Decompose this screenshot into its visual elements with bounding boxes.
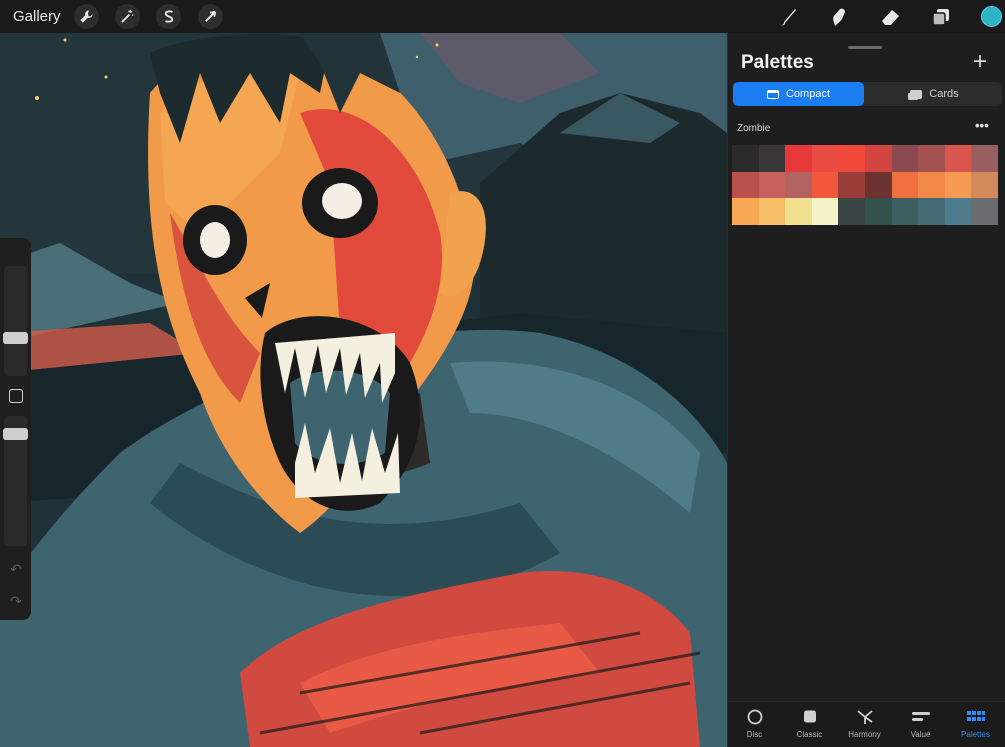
palette-swatch[interactable] xyxy=(785,198,812,225)
palette-swatch[interactable] xyxy=(838,171,865,199)
tab-harmony[interactable]: Harmony xyxy=(837,709,892,739)
brush-icon[interactable] xyxy=(775,4,801,30)
palette-swatch[interactable] xyxy=(864,198,892,225)
view-mode-segmented-control: Compact Cards xyxy=(732,82,1002,106)
magic-wand-icon[interactable] xyxy=(115,4,140,29)
palette-swatch[interactable] xyxy=(811,145,839,172)
cards-label: Cards xyxy=(929,88,959,100)
transform-arrow-icon[interactable] xyxy=(198,4,223,29)
palette-swatch[interactable] xyxy=(944,198,972,225)
eraser-icon[interactable] xyxy=(877,4,903,30)
palette-swatch-grid xyxy=(732,145,998,225)
brush-size-thumb[interactable] xyxy=(3,332,28,344)
palette-swatch[interactable] xyxy=(864,145,892,172)
square-icon xyxy=(803,710,816,723)
tab-label: Palettes xyxy=(961,730,990,739)
compact-label: Compact xyxy=(785,88,831,100)
palette-swatch[interactable] xyxy=(785,171,812,199)
palette-swatch[interactable] xyxy=(891,145,919,172)
cards-view-button[interactable]: Cards xyxy=(869,82,1000,106)
wrench-icon[interactable] xyxy=(74,4,99,29)
tab-label: Classic xyxy=(796,730,823,739)
palette-swatch[interactable] xyxy=(918,198,945,225)
undo-icon[interactable]: ↶ xyxy=(7,560,25,578)
artwork xyxy=(0,33,727,747)
tab-classic[interactable]: Classic xyxy=(782,709,837,739)
palette-swatch[interactable] xyxy=(944,145,972,172)
palette-swatch[interactable] xyxy=(971,145,998,172)
palette-swatch[interactable] xyxy=(918,145,945,172)
layers-icon[interactable] xyxy=(928,4,954,30)
add-palette-button[interactable]: + xyxy=(973,50,987,74)
panel-title: Palettes xyxy=(741,52,814,73)
drawing-canvas[interactable] xyxy=(0,33,727,747)
palette-swatch[interactable] xyxy=(838,198,865,225)
palette-swatch[interactable] xyxy=(971,198,998,225)
tab-disc[interactable]: Disc xyxy=(727,709,782,739)
palette-swatch[interactable] xyxy=(891,198,919,225)
palette-more-button[interactable]: ••• xyxy=(975,118,989,133)
palette-swatch[interactable] xyxy=(918,171,945,199)
tab-label: Harmony xyxy=(848,730,881,739)
palette-swatch[interactable] xyxy=(891,171,919,199)
palette-swatch[interactable] xyxy=(732,145,759,172)
palette-swatch[interactable] xyxy=(732,171,759,199)
palette-swatch[interactable] xyxy=(811,198,839,225)
palette-swatch[interactable] xyxy=(811,171,839,199)
value-bars-icon xyxy=(911,712,930,721)
harmony-icon xyxy=(856,710,873,724)
palette-swatch[interactable] xyxy=(971,171,998,199)
grid-dots-icon xyxy=(966,711,985,721)
color-mode-tabbar: Disc Classic Harmony Value Palettes xyxy=(728,701,1005,747)
tab-value[interactable]: Value xyxy=(893,709,948,739)
tab-label: Disc xyxy=(746,730,763,739)
palette-swatch[interactable] xyxy=(732,198,759,225)
palette-swatch[interactable] xyxy=(758,171,786,199)
opacity-thumb[interactable] xyxy=(3,428,28,440)
smudge-icon[interactable] xyxy=(826,4,852,30)
palette-swatch[interactable] xyxy=(758,198,786,225)
gallery-button[interactable]: Gallery xyxy=(13,8,61,25)
brush-size-slider[interactable] xyxy=(4,266,27,376)
current-color-button[interactable] xyxy=(981,6,1002,27)
tab-palettes[interactable]: Palettes xyxy=(948,709,1003,739)
palette-swatch[interactable] xyxy=(944,171,972,199)
palette-swatch[interactable] xyxy=(758,145,786,172)
top-toolbar: Gallery xyxy=(0,0,1005,33)
palette-swatch[interactable] xyxy=(864,171,892,199)
selection-s-icon[interactable] xyxy=(156,4,181,29)
palette-swatch[interactable] xyxy=(838,145,865,172)
redo-icon[interactable]: ↷ xyxy=(7,592,25,610)
palettes-panel: Palettes + Compact Cards Zombie ••• Disc… xyxy=(727,33,1005,747)
cards-icon xyxy=(910,89,923,99)
compact-icon xyxy=(766,89,779,99)
modifier-button[interactable] xyxy=(9,389,23,403)
compact-view-button[interactable]: Compact xyxy=(733,82,864,106)
palette-name[interactable]: Zombie xyxy=(737,123,770,134)
left-sidebar: ↶ ↷ xyxy=(0,238,31,620)
tab-label: Value xyxy=(910,730,931,739)
palette-swatch[interactable] xyxy=(785,145,812,172)
panel-grabber[interactable] xyxy=(848,46,882,49)
circle-icon xyxy=(747,709,762,725)
